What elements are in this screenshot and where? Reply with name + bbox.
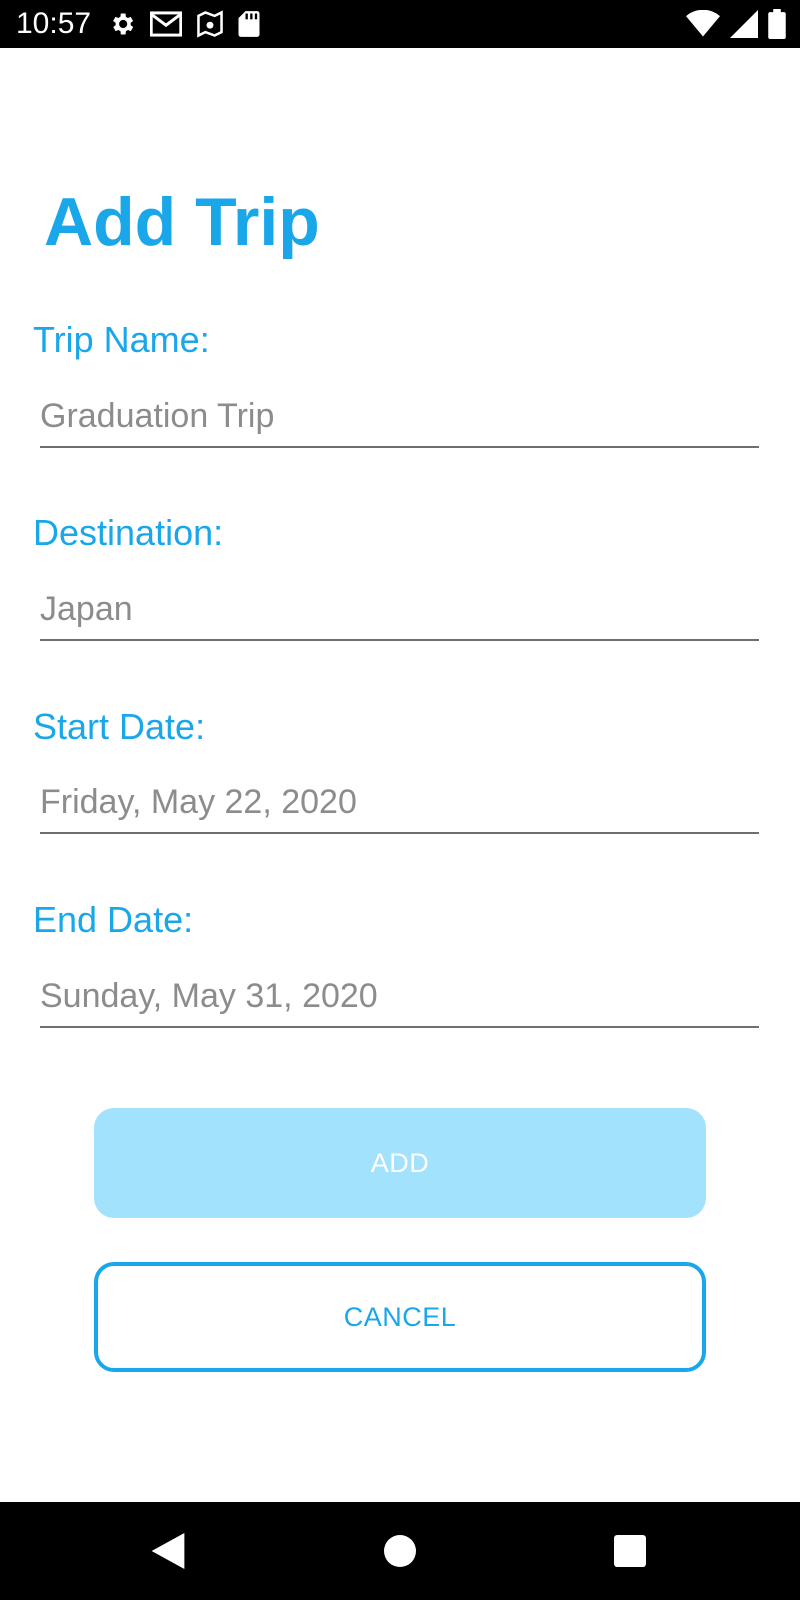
system-icons [686, 8, 786, 40]
end-date-input[interactable] [40, 972, 759, 1028]
cancel-button[interactable]: CANCEL [94, 1262, 706, 1372]
battery-icon [768, 9, 786, 39]
page-title: Add Trip [44, 184, 320, 260]
maps-icon [196, 9, 224, 39]
sd-card-icon [238, 10, 260, 38]
destination-label: Destination: [33, 512, 224, 553]
gmail-icon [150, 10, 182, 38]
signal-icon [730, 10, 758, 38]
status-bar: 10:57 [0, 0, 800, 48]
wifi-icon [686, 10, 720, 38]
trip-name-label: Trip Name: [33, 319, 210, 360]
back-icon[interactable] [143, 1526, 193, 1576]
status-time: 10:57 [16, 7, 92, 40]
trip-name-input[interactable] [40, 392, 759, 448]
recents-icon[interactable] [605, 1526, 655, 1576]
notification-icons [108, 8, 260, 40]
add-trip-screen: 10:57 Add Trip Trip Name: Graduation Tri… [0, 0, 800, 1600]
navigation-bar [0, 1502, 800, 1600]
start-date-input[interactable] [40, 778, 759, 834]
destination-input[interactable] [40, 585, 759, 641]
home-icon[interactable] [375, 1526, 425, 1576]
end-date-label: End Date: [33, 899, 194, 940]
add-button[interactable]: ADD [94, 1108, 706, 1218]
start-date-label: Start Date: [33, 706, 206, 747]
gear-icon [108, 10, 136, 38]
